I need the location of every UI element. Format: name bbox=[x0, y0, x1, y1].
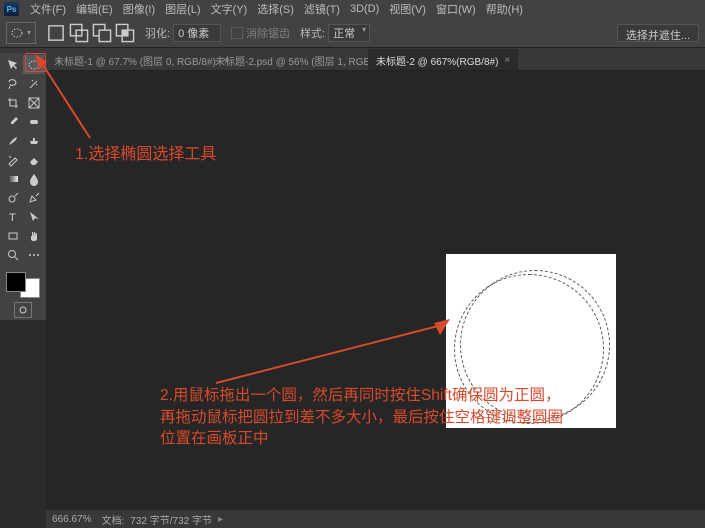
hand-tool[interactable] bbox=[23, 226, 44, 245]
move-tool[interactable] bbox=[2, 55, 23, 74]
rectangle-tool[interactable] bbox=[2, 226, 23, 245]
feather-label: 羽化: bbox=[145, 25, 170, 41]
menu-image[interactable]: 图像(I) bbox=[118, 1, 160, 17]
crop-tool[interactable] bbox=[2, 93, 23, 112]
doc-size-label: 文档: bbox=[101, 512, 124, 527]
zoom-level[interactable]: 666.67% bbox=[52, 514, 91, 525]
menubar: Ps 文件(F) 编辑(E) 图像(I) 图层(L) 文字(Y) 选择(S) 滤… bbox=[0, 0, 705, 18]
menu-file[interactable]: 文件(F) bbox=[25, 1, 71, 17]
menu-layer[interactable]: 图层(L) bbox=[160, 1, 205, 17]
tab-doc-2[interactable]: 未标题-2.psd @ 56% (图层 1, RGB/8#) × bbox=[207, 49, 367, 70]
tools-panel: T bbox=[0, 53, 46, 320]
menu-edit[interactable]: 编辑(E) bbox=[71, 1, 118, 17]
gradient-tool[interactable] bbox=[2, 169, 23, 188]
document-tabs: 未标题-1 @ 67.7% (图层 0, RGB/8#) × 未标题-2.psd… bbox=[0, 48, 705, 71]
tab-label: 未标题-2 @ 667%(RGB/8#) bbox=[376, 53, 498, 68]
annotation-text-1: 1.选择椭圆选择工具 bbox=[75, 140, 216, 164]
svg-text:T: T bbox=[9, 212, 16, 224]
quick-mask-toggle[interactable] bbox=[2, 302, 44, 318]
frame-tool[interactable] bbox=[23, 93, 44, 112]
close-icon[interactable]: × bbox=[504, 55, 510, 66]
menu-type[interactable]: 文字(Y) bbox=[206, 1, 253, 17]
status-bar: 666.67% 文档: 732 字节/732 字节 ▸ bbox=[46, 510, 705, 528]
type-tool[interactable]: T bbox=[2, 207, 23, 226]
blur-tool[interactable] bbox=[23, 169, 44, 188]
lasso-tool[interactable] bbox=[2, 74, 23, 93]
menu-help[interactable]: 帮助(H) bbox=[481, 1, 528, 17]
antialias-label: 消除锯齿 bbox=[246, 25, 290, 41]
menu-window[interactable]: 窗口(W) bbox=[431, 1, 481, 17]
history-brush-tool[interactable] bbox=[2, 150, 23, 169]
path-select-tool[interactable] bbox=[23, 207, 44, 226]
zoom-tool[interactable] bbox=[2, 245, 23, 264]
selection-mode-group bbox=[46, 23, 135, 43]
style-select[interactable]: 正常▾ bbox=[328, 24, 370, 42]
antialias-checkbox[interactable] bbox=[231, 27, 243, 39]
foreground-color-swatch[interactable] bbox=[6, 272, 26, 292]
annotation-text-2: 2.用鼠标拖出一个圆，然后再同时按住Shift确保圆为正圆， 再拖动鼠标把圆拉到… bbox=[160, 385, 563, 450]
tab-doc-1[interactable]: 未标题-1 @ 67.7% (图层 0, RGB/8#) × bbox=[46, 49, 206, 70]
chevron-right-icon[interactable]: ▸ bbox=[218, 514, 223, 525]
magic-wand-tool[interactable] bbox=[23, 74, 44, 93]
menu-select[interactable]: 选择(S) bbox=[252, 1, 299, 17]
options-bar: ▾ 羽化: 0 像素 消除锯齿 样式: 正常▾ 选择并遮住... bbox=[0, 18, 705, 48]
subtract-selection-icon[interactable] bbox=[92, 23, 112, 43]
menu-3d[interactable]: 3D(D) bbox=[345, 3, 384, 15]
refine-edge-button[interactable]: 选择并遮住... bbox=[617, 24, 699, 42]
eyedropper-tool[interactable] bbox=[2, 112, 23, 131]
new-selection-icon[interactable] bbox=[46, 23, 66, 43]
color-swatches[interactable] bbox=[2, 270, 44, 300]
tool-preset-picker[interactable]: ▾ bbox=[6, 22, 36, 44]
doc-size-value: 732 字节/732 字节 bbox=[130, 512, 212, 527]
app-badge: Ps bbox=[4, 2, 19, 16]
menu-filter[interactable]: 滤镜(T) bbox=[299, 1, 345, 17]
feather-input[interactable]: 0 像素 bbox=[173, 24, 221, 42]
brush-tool[interactable] bbox=[2, 131, 23, 150]
dodge-tool[interactable] bbox=[2, 188, 23, 207]
elliptical-marquee-tool[interactable] bbox=[23, 55, 44, 74]
tab-label: 未标题-2.psd @ 56% (图层 1, RGB/8#) bbox=[215, 53, 387, 68]
add-selection-icon[interactable] bbox=[69, 23, 89, 43]
eraser-tool[interactable] bbox=[23, 150, 44, 169]
tab-doc-3[interactable]: 未标题-2 @ 667%(RGB/8#) × bbox=[368, 49, 518, 70]
chevron-down-icon: ▾ bbox=[27, 28, 31, 37]
intersect-selection-icon[interactable] bbox=[115, 23, 135, 43]
spot-heal-tool[interactable] bbox=[23, 112, 44, 131]
edit-toolbar[interactable] bbox=[23, 245, 44, 264]
clone-stamp-tool[interactable] bbox=[23, 131, 44, 150]
menu-view[interactable]: 视图(V) bbox=[384, 1, 431, 17]
pen-tool[interactable] bbox=[23, 188, 44, 207]
style-label: 样式: bbox=[300, 25, 325, 41]
tab-label: 未标题-1 @ 67.7% (图层 0, RGB/8#) bbox=[54, 53, 216, 68]
